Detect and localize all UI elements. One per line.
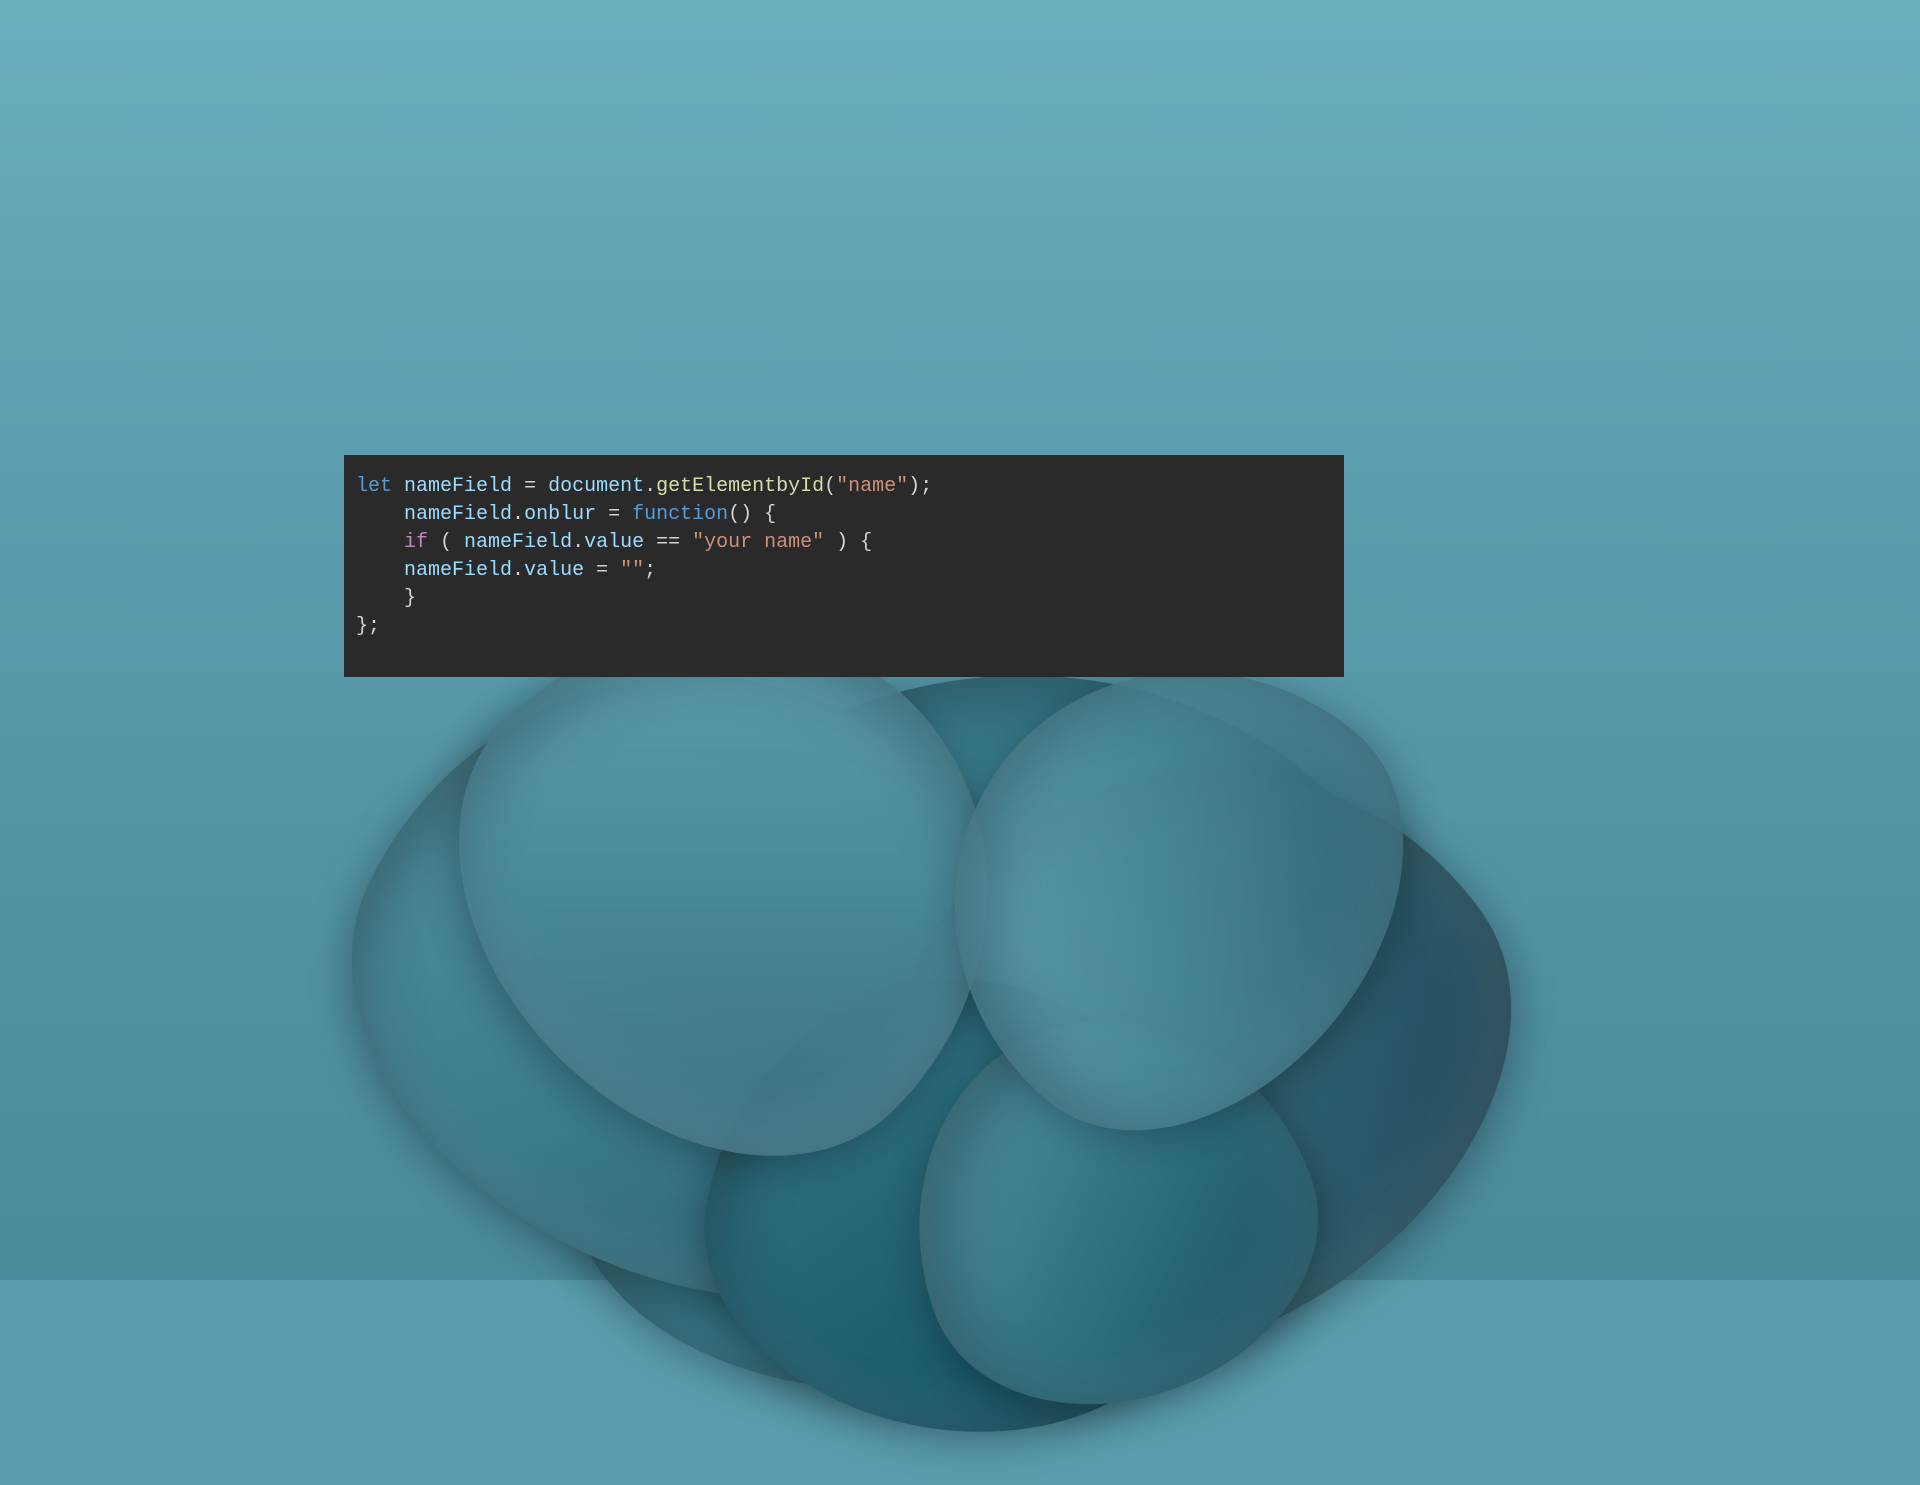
code-token: value	[524, 559, 584, 582]
code-token: .	[512, 559, 524, 582]
code-token: .	[572, 531, 584, 554]
code-token: if	[404, 531, 428, 554]
code-token: };	[356, 615, 380, 638]
code-token: ==	[644, 531, 692, 554]
code-token: nameField	[464, 531, 572, 554]
code-token: "name"	[836, 475, 908, 498]
code-token: nameField	[404, 503, 512, 526]
code-token: ;	[644, 559, 656, 582]
code-token: =	[584, 559, 620, 582]
code-token: "your name"	[692, 531, 824, 554]
code-token: nameField	[404, 475, 512, 498]
code-line[interactable]: }	[356, 585, 1332, 613]
code-content[interactable]: let nameField = document.getElementbyId(…	[356, 473, 1332, 641]
code-line[interactable]: nameField.value = "";	[356, 557, 1332, 585]
code-token: }	[404, 587, 416, 610]
code-token: (	[824, 475, 836, 498]
code-token: let	[356, 475, 392, 498]
code-token: )	[908, 475, 920, 498]
code-line[interactable]: let nameField = document.getElementbyId(…	[356, 473, 1332, 501]
code-line[interactable]: nameField.onblur = function() {	[356, 501, 1332, 529]
code-token: =	[512, 475, 548, 498]
code-token: .	[644, 475, 656, 498]
code-token: value	[584, 531, 644, 554]
code-token	[392, 475, 404, 498]
code-token: ;	[920, 475, 932, 498]
code-token: nameField	[404, 559, 512, 582]
code-token: function	[632, 503, 728, 526]
code-token: onblur	[524, 503, 596, 526]
code-token: ) {	[824, 531, 872, 554]
code-token: (	[428, 531, 464, 554]
code-token: document	[548, 475, 644, 498]
code-token: () {	[728, 503, 776, 526]
code-token: ""	[620, 559, 644, 582]
code-token: =	[596, 503, 632, 526]
code-editor-panel[interactable]: let nameField = document.getElementbyId(…	[344, 455, 1344, 677]
code-token: getElementbyId	[656, 475, 824, 498]
code-line[interactable]: };	[356, 613, 1332, 641]
code-token: .	[512, 503, 524, 526]
code-line[interactable]: if ( nameField.value == "your name" ) {	[356, 529, 1332, 557]
